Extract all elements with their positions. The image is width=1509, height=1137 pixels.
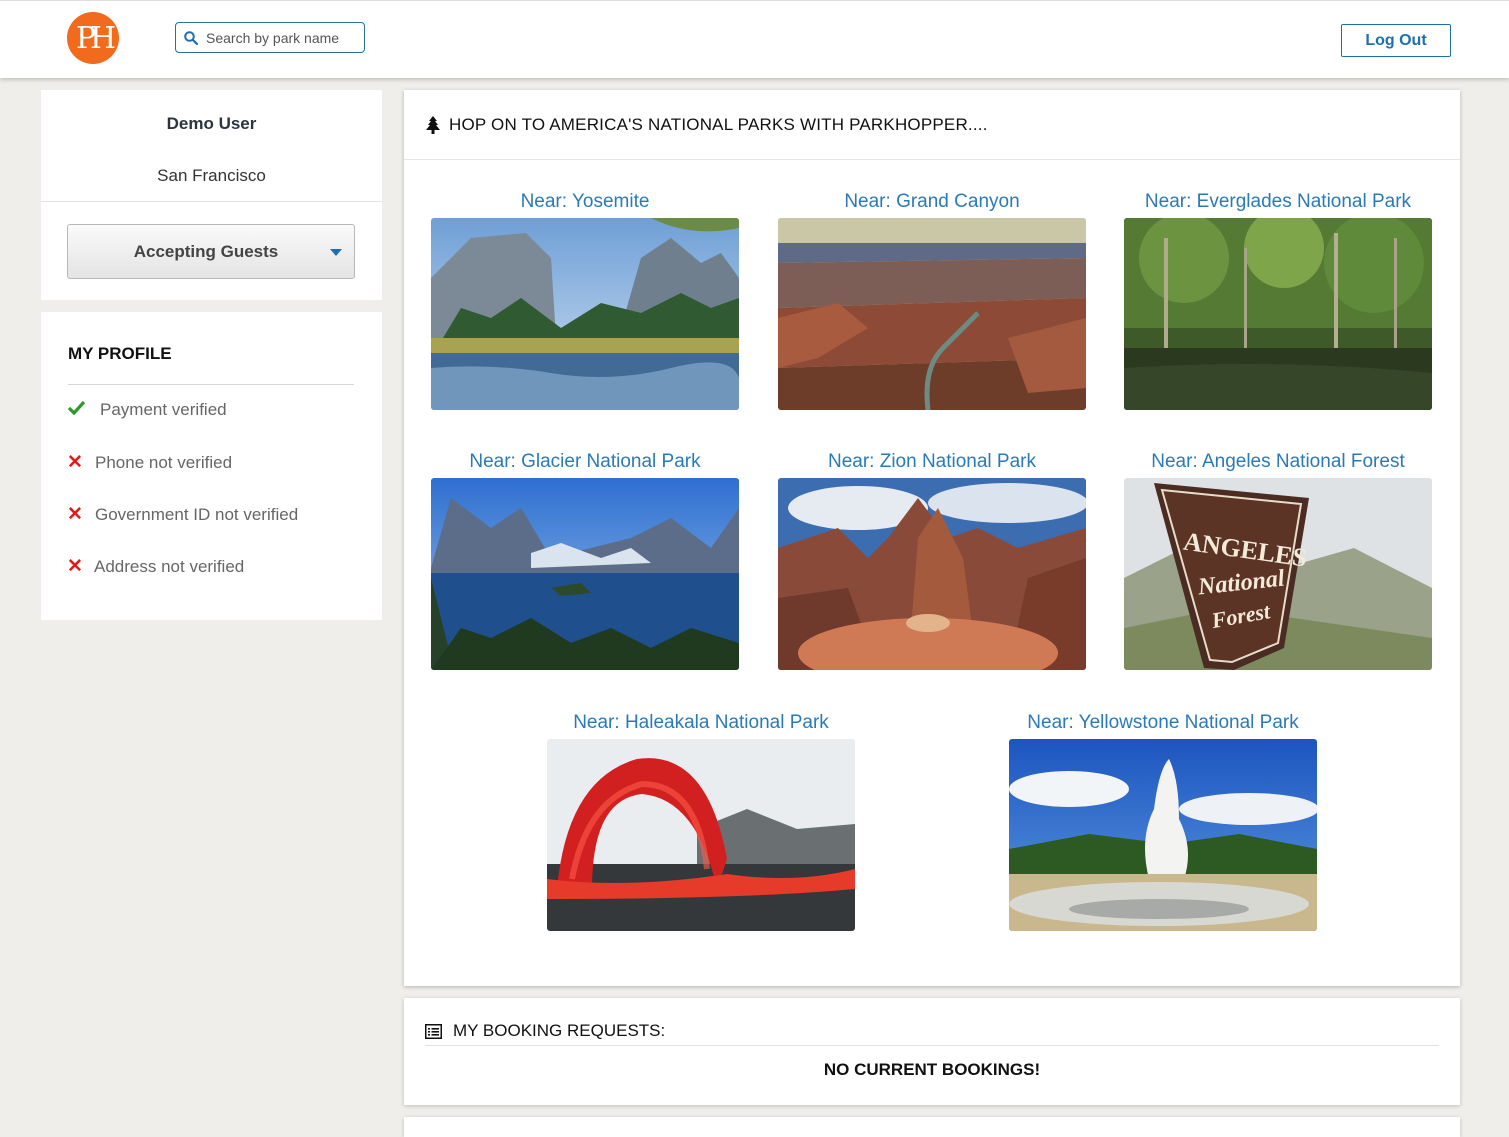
- search-box[interactable]: [175, 22, 365, 53]
- hosting-status-dropdown[interactable]: Accepting Guests: [67, 224, 355, 279]
- park-image[interactable]: [778, 478, 1086, 670]
- park-image[interactable]: [431, 218, 739, 410]
- next-card: [404, 1117, 1460, 1137]
- top-navbar: PH Log Out: [0, 0, 1509, 78]
- park-link[interactable]: Near: Everglades National Park: [1124, 191, 1432, 218]
- bookings-header: MY BOOKING REQUESTS:: [425, 1021, 665, 1041]
- verification-label: Payment verified: [100, 400, 227, 419]
- park-tile-yellowstone[interactable]: Near: Yellowstone National Park: [1009, 712, 1317, 931]
- parks-card-title: HOP ON TO AMERICA'S NATIONAL PARKS WITH …: [449, 114, 988, 134]
- user-card: Demo User San Francisco Accepting Guests: [41, 90, 382, 300]
- park-link[interactable]: Near: Yellowstone National Park: [1009, 712, 1317, 739]
- park-link[interactable]: Near: Glacier National Park: [431, 451, 739, 478]
- park-image[interactable]: ANGELES National Forest: [1124, 478, 1432, 670]
- park-tile-glacier[interactable]: Near: Glacier National Park: [431, 451, 739, 670]
- profile-card: MY PROFILE Payment verified ✕ Phone not …: [41, 312, 382, 620]
- park-image[interactable]: [431, 478, 739, 670]
- verification-label: Address not verified: [94, 556, 245, 576]
- park-tile-haleakala[interactable]: Near: Haleakala National Park: [547, 712, 855, 931]
- logo-text: PH: [75, 20, 116, 56]
- x-icon: ✕: [67, 452, 83, 473]
- divider: [68, 384, 354, 385]
- park-image[interactable]: [778, 218, 1086, 410]
- park-tile-zion[interactable]: Near: Zion National Park: [778, 451, 1086, 670]
- verification-item-government-id: ✕ Government ID not verified: [67, 503, 298, 526]
- park-image[interactable]: [547, 739, 855, 931]
- list-icon: [425, 1023, 442, 1039]
- verification-item-address: ✕ Address not verified: [67, 555, 244, 578]
- park-tile-yosemite[interactable]: Near: Yosemite: [431, 191, 739, 410]
- tree-icon: [426, 115, 440, 134]
- park-tile-grand-canyon[interactable]: Near: Grand Canyon: [778, 191, 1086, 410]
- bookings-title: MY BOOKING REQUESTS:: [453, 1021, 666, 1040]
- log-out-button[interactable]: Log Out: [1341, 24, 1451, 57]
- search-icon: [184, 30, 198, 45]
- verification-label: Phone not verified: [95, 452, 233, 472]
- caret-down-icon: [330, 249, 342, 256]
- parks-card: HOP ON TO AMERICA'S NATIONAL PARKS WITH …: [404, 90, 1460, 986]
- park-link[interactable]: Near: Haleakala National Park: [547, 712, 855, 739]
- check-icon: [67, 399, 91, 421]
- hosting-status-value: Accepting Guests: [133, 241, 279, 261]
- park-tile-everglades[interactable]: Near: Everglades National Park: [1124, 191, 1432, 410]
- verification-label: Government ID not verified: [95, 504, 299, 524]
- park-link[interactable]: Near: Angeles National Forest: [1124, 451, 1432, 478]
- divider: [425, 1045, 1439, 1046]
- park-link[interactable]: Near: Zion National Park: [778, 451, 1086, 478]
- no-bookings-message: NO CURRENT BOOKINGS!: [823, 1060, 1041, 1079]
- x-icon: ✕: [67, 504, 83, 525]
- park-tile-angeles[interactable]: Near: Angeles National Forest ANGELES Na…: [1124, 451, 1432, 670]
- parkhopper-logo[interactable]: PH: [67, 12, 119, 64]
- park-image[interactable]: [1124, 218, 1432, 410]
- profile-title: MY PROFILE: [68, 344, 172, 363]
- verification-item-phone: ✕ Phone not verified: [67, 451, 232, 474]
- search-input[interactable]: [204, 28, 358, 47]
- x-icon: ✕: [67, 556, 83, 577]
- bookings-card: MY BOOKING REQUESTS: NO CURRENT BOOKINGS…: [404, 998, 1460, 1105]
- park-image[interactable]: [1009, 739, 1317, 931]
- verification-item-payment: Payment verified: [67, 399, 227, 421]
- user-name: Demo User: [166, 114, 257, 133]
- user-city: San Francisco: [157, 166, 266, 185]
- divider: [41, 201, 382, 202]
- park-link[interactable]: Near: Yosemite: [431, 191, 739, 218]
- park-link[interactable]: Near: Grand Canyon: [778, 191, 1086, 218]
- parks-card-header: HOP ON TO AMERICA'S NATIONAL PARKS WITH …: [404, 90, 1460, 160]
